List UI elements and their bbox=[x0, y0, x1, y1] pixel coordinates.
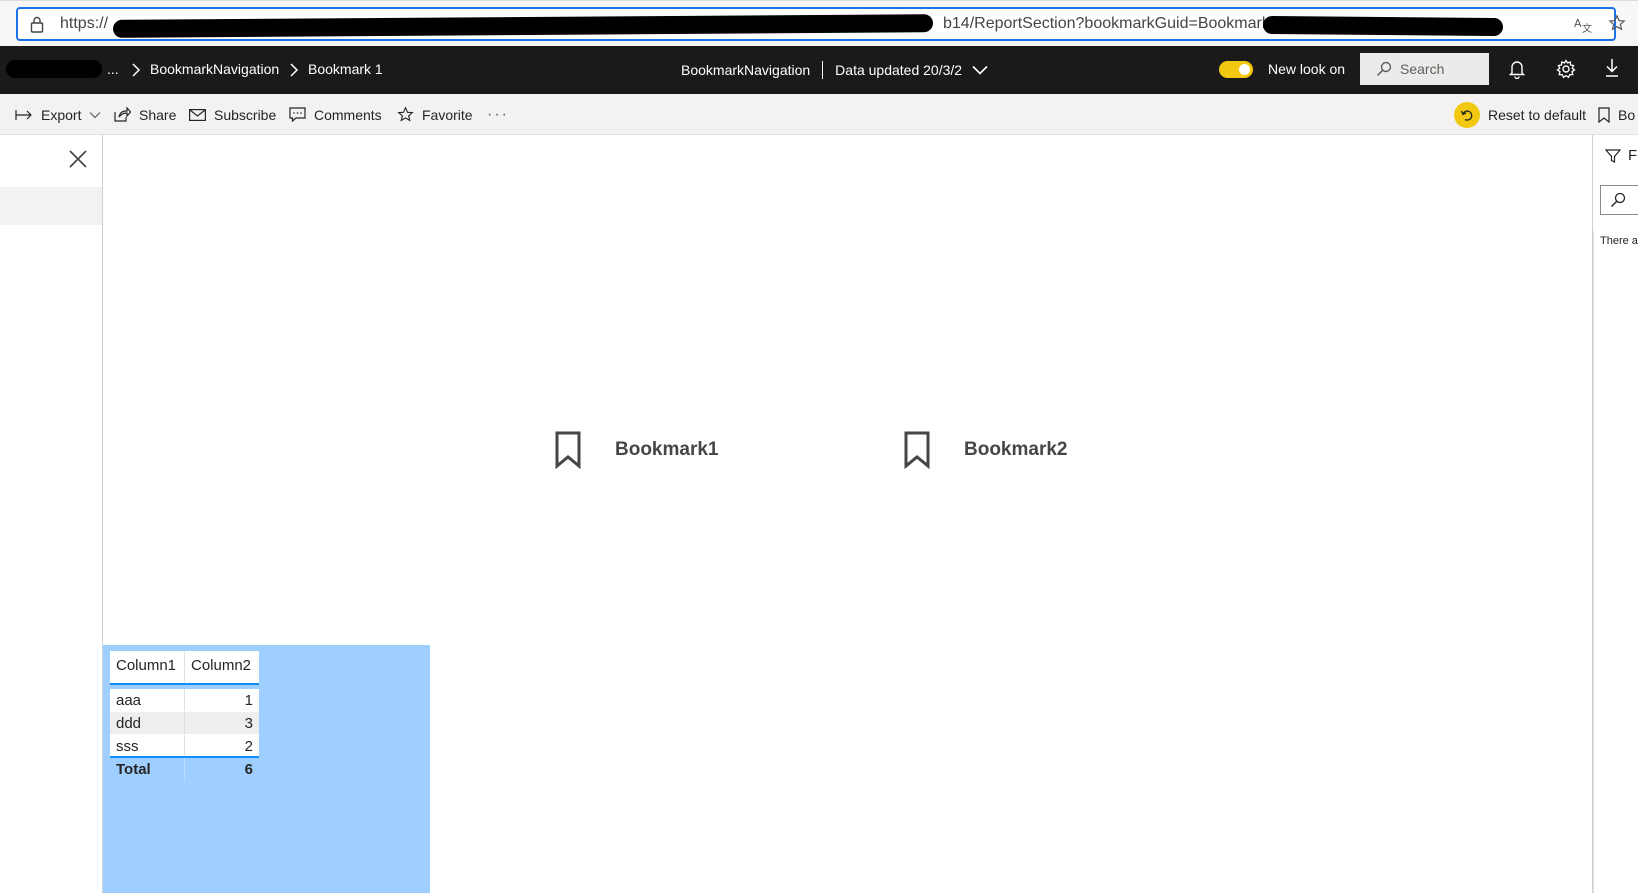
table-total-row: Total 6 bbox=[110, 758, 259, 782]
column1-header[interactable]: Column1 bbox=[110, 651, 185, 683]
bookmark-icon bbox=[1598, 106, 1610, 123]
table-body: aaa 1 ddd 3 sss 2 bbox=[110, 689, 259, 758]
more-options-icon: ··· bbox=[487, 105, 509, 123]
table-cell: ddd bbox=[110, 712, 185, 734]
comments-button[interactable]: Comments bbox=[289, 94, 382, 135]
table-row: ddd 3 bbox=[110, 712, 259, 735]
action-bar: Export Share Subscribe Comments Favorite… bbox=[0, 94, 1638, 135]
search-placeholder: Search bbox=[1400, 61, 1445, 77]
table-row: sss 2 bbox=[110, 735, 259, 758]
breadcrumb-page[interactable]: Bookmark 1 bbox=[308, 61, 383, 77]
filters-empty-text: There a bbox=[1600, 235, 1638, 247]
table-visual[interactable]: Column1 Column2 aaa 1 ddd 3 sss 2 Total … bbox=[103, 645, 430, 893]
gear-icon[interactable] bbox=[1556, 59, 1576, 79]
reset-label: Reset to default bbox=[1488, 106, 1587, 123]
translate-icon[interactable]: A 文 bbox=[1574, 15, 1592, 33]
chevron-down-icon bbox=[972, 65, 988, 75]
mail-icon bbox=[189, 108, 206, 121]
bell-icon[interactable] bbox=[1509, 59, 1525, 79]
download-icon[interactable] bbox=[1604, 58, 1620, 78]
subscribe-button[interactable]: Subscribe bbox=[189, 94, 276, 135]
reset-to-default-button[interactable]: Reset to default bbox=[1454, 94, 1586, 135]
url-field[interactable]: https:// b14/ReportSection?bookmarkGuid=… bbox=[16, 7, 1616, 41]
total-label: Total bbox=[110, 758, 185, 782]
favorite-star-icon[interactable] bbox=[1608, 14, 1626, 32]
chevron-down-icon bbox=[90, 111, 101, 118]
bookmarks-label: Bo bbox=[1618, 106, 1636, 123]
filter-icon[interactable] bbox=[1605, 148, 1621, 164]
url-redaction bbox=[1262, 15, 1504, 37]
export-label: Export bbox=[41, 106, 82, 123]
bookmark1-label: Bookmark1 bbox=[615, 439, 719, 460]
report-name: BookmarkNavigation bbox=[681, 62, 811, 78]
more-options-button[interactable]: ··· bbox=[487, 94, 509, 135]
filter-search-input[interactable] bbox=[1600, 185, 1638, 215]
toggle-knob bbox=[1239, 64, 1250, 75]
search-icon bbox=[1611, 192, 1626, 207]
table-cell: aaa bbox=[110, 689, 185, 711]
subscribe-label: Subscribe bbox=[214, 106, 277, 123]
data-updated-text: Data updated 20/3/2 bbox=[835, 62, 963, 78]
bookmarks-button[interactable]: Bo bbox=[1598, 94, 1635, 135]
filters-pane: F There a bbox=[1592, 135, 1638, 893]
table-cell: 1 bbox=[244, 692, 253, 709]
export-button[interactable]: Export bbox=[15, 94, 101, 135]
comment-icon bbox=[289, 107, 306, 122]
search-icon bbox=[1376, 61, 1392, 77]
share-icon bbox=[114, 107, 131, 122]
search-input[interactable]: Search bbox=[1360, 53, 1489, 85]
share-button[interactable]: Share bbox=[114, 94, 176, 135]
pane-divider bbox=[1593, 231, 1594, 893]
title-separator bbox=[822, 61, 824, 79]
svg-text:文: 文 bbox=[1582, 22, 1592, 33]
star-icon bbox=[397, 106, 414, 122]
filters-title: F bbox=[1628, 147, 1638, 164]
bookmark2-button[interactable]: Bookmark2 bbox=[904, 431, 1068, 469]
table-cell: 2 bbox=[244, 738, 253, 755]
url-redaction bbox=[112, 14, 934, 38]
reset-icon bbox=[1454, 101, 1480, 128]
bookmark-icon bbox=[904, 431, 930, 469]
workspace-redaction bbox=[6, 60, 102, 78]
report-title-dropdown[interactable]: BookmarkNavigation Data updated 20/3/2 bbox=[681, 61, 988, 79]
favorite-label: Favorite bbox=[422, 106, 473, 123]
bookmark-icon bbox=[555, 431, 581, 469]
data-table: Column1 Column2 aaa 1 ddd 3 sss 2 Total … bbox=[110, 651, 259, 782]
breadcrumb-report[interactable]: BookmarkNavigation bbox=[150, 61, 279, 77]
selected-page-item[interactable] bbox=[0, 187, 102, 225]
url-prefix: https:// bbox=[60, 15, 109, 32]
svg-text:A: A bbox=[1574, 17, 1582, 30]
chevron-right-icon bbox=[290, 63, 299, 77]
report-canvas: Bookmark1 Bookmark2 Column1 Column2 aaa … bbox=[103, 135, 1592, 893]
table-cell: 3 bbox=[244, 715, 253, 732]
app-header: ... BookmarkNavigation Bookmark 1 Bookma… bbox=[0, 46, 1638, 94]
bookmark2-label: Bookmark2 bbox=[964, 439, 1068, 460]
favorite-button[interactable]: Favorite bbox=[397, 94, 473, 135]
table-row: aaa 1 bbox=[110, 689, 259, 712]
pages-pane bbox=[0, 135, 103, 893]
close-icon[interactable] bbox=[68, 149, 88, 169]
new-look-label: New look on bbox=[1268, 61, 1346, 77]
browser-address-bar: https:// b14/ReportSection?bookmarkGuid=… bbox=[0, 0, 1638, 46]
breadcrumb-ellipsis[interactable]: ... bbox=[107, 61, 119, 77]
new-look-toggle[interactable] bbox=[1219, 61, 1253, 78]
export-icon bbox=[15, 109, 32, 120]
comments-label: Comments bbox=[314, 106, 382, 123]
bookmark1-button[interactable]: Bookmark1 bbox=[555, 431, 719, 469]
table-cell: sss bbox=[110, 735, 185, 756]
url-visible-text: b14/ReportSection?bookmarkGuid=Bookmarke bbox=[943, 15, 1279, 32]
table-header-row: Column1 Column2 bbox=[110, 651, 259, 685]
column2-header[interactable]: Column2 bbox=[185, 651, 259, 683]
total-value: 6 bbox=[244, 761, 253, 778]
chevron-right-icon bbox=[132, 63, 141, 77]
lock-icon bbox=[30, 16, 44, 33]
share-label: Share bbox=[139, 106, 177, 123]
